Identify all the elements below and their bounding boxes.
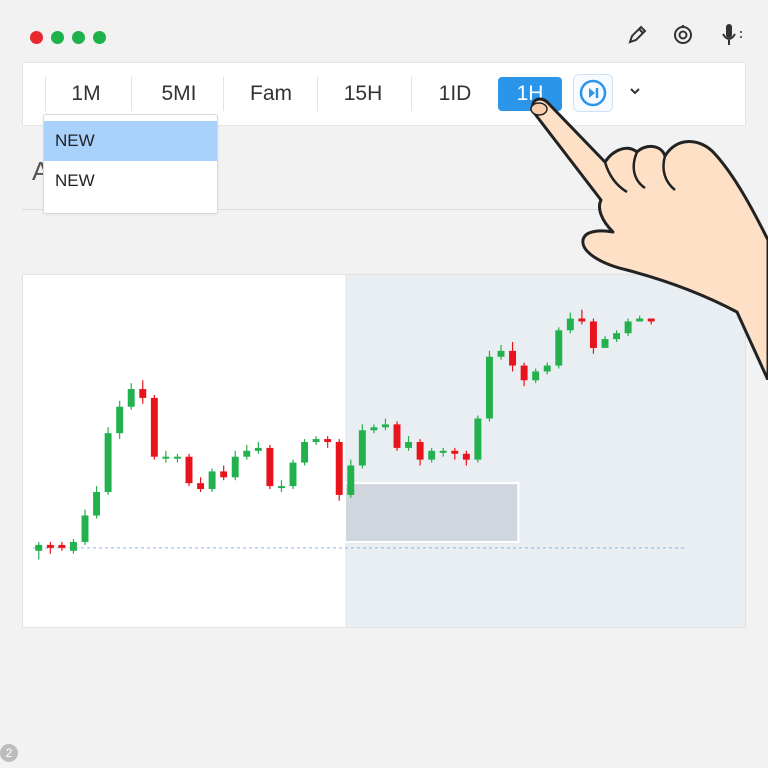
candle-body	[451, 450, 459, 454]
close-dot[interactable]	[30, 31, 43, 44]
candle-body	[104, 433, 112, 492]
top-right-icons	[626, 22, 744, 48]
candle-body	[208, 471, 216, 490]
candle-body	[46, 544, 54, 548]
microphone-icon[interactable]	[718, 22, 744, 48]
tab-1m[interactable]: 1M	[51, 77, 121, 111]
candle-body	[150, 397, 158, 457]
tab-15h[interactable]: 15H	[323, 77, 403, 111]
tab-separator	[317, 77, 318, 111]
tab-separator	[45, 77, 46, 111]
tab-separator	[411, 77, 412, 111]
chart-selection-box	[344, 482, 520, 543]
candle-body	[474, 418, 482, 460]
tab-separator	[131, 77, 132, 111]
candle-body	[358, 430, 366, 466]
maximize-dot[interactable]	[72, 31, 85, 44]
candle-body	[497, 350, 505, 357]
extra-dot[interactable]	[93, 31, 106, 44]
tab-5mi[interactable]: 5MI	[139, 77, 219, 111]
candle-body	[393, 424, 401, 448]
candle-body	[347, 465, 355, 495]
candle-body	[416, 442, 424, 460]
candle-body	[289, 462, 297, 487]
tab-1id[interactable]: 1ID	[417, 77, 493, 111]
candle-body	[231, 456, 239, 478]
edit-icon[interactable]	[626, 24, 648, 46]
candle-body	[277, 486, 285, 489]
candle-body	[243, 450, 251, 457]
candle-body	[405, 442, 413, 448]
dropdown-item[interactable]: NEW	[44, 121, 217, 161]
candle-body	[139, 389, 147, 398]
candle-body	[173, 456, 181, 459]
dropdown-menu: NEW NEW	[43, 114, 218, 214]
candle-body	[312, 439, 320, 442]
candle-body	[335, 442, 343, 495]
candle-body	[197, 483, 205, 490]
window-controls	[30, 31, 106, 44]
candle-body	[266, 447, 274, 487]
candle-body	[93, 491, 101, 516]
candle-body	[381, 424, 389, 428]
candle-body	[127, 389, 135, 407]
tab-fam[interactable]: Fam	[231, 77, 311, 111]
candle-body	[35, 544, 43, 551]
candle-body	[81, 515, 89, 542]
minimize-dot[interactable]	[51, 31, 64, 44]
settings-icon[interactable]	[672, 24, 694, 46]
candle-body	[301, 442, 309, 463]
candle-body	[485, 356, 493, 419]
corner-badge: 2	[0, 744, 18, 762]
tab-separator	[223, 77, 224, 111]
candle-body	[220, 471, 228, 478]
candle-body	[58, 544, 66, 548]
pointing-hand-icon	[530, 97, 768, 380]
candle-body	[254, 447, 262, 451]
candle-body	[428, 450, 436, 460]
candle-body	[185, 456, 193, 484]
candle-body	[370, 427, 378, 431]
candle-body	[324, 439, 332, 442]
candle-body	[462, 453, 470, 460]
candle-body	[69, 541, 77, 551]
candle-body	[439, 450, 447, 453]
candle-body	[116, 406, 124, 434]
candle-body	[162, 456, 170, 459]
dropdown-item[interactable]: NEW	[44, 161, 217, 201]
